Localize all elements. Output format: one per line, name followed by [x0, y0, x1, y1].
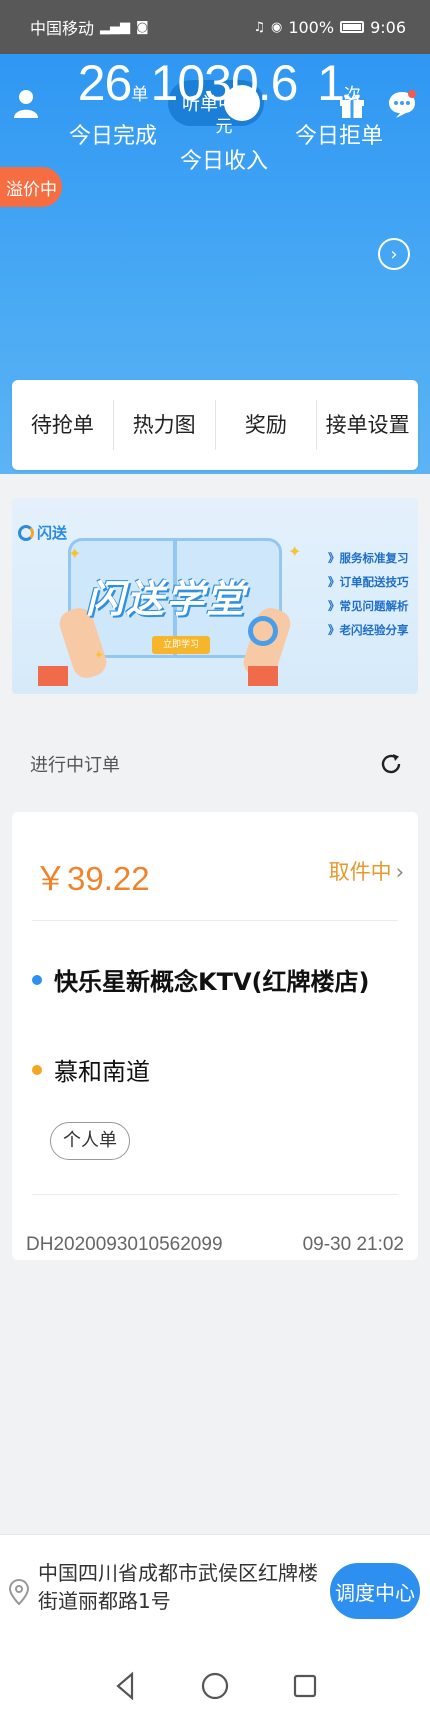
stat-rejected-label: 今日拒单: [294, 124, 383, 149]
system-nav-bar: [0, 1638, 430, 1733]
order-price: ￥39.22: [34, 860, 150, 897]
logo-icon: [18, 524, 34, 541]
home-icon[interactable]: [195, 1666, 235, 1706]
pickup-address: 快乐星新概念KTV(红牌楼店): [32, 962, 369, 997]
sparkle-icon: ✦: [288, 542, 302, 561]
sparkle-icon: ✦: [68, 544, 82, 563]
academy-banner[interactable]: 闪送 闪送学堂 立即学习 ✦ ✦ ✦ 》服务标准复习 》订单配送技巧 》常见问题…: [12, 498, 418, 694]
tab-rewards[interactable]: 奖励: [216, 400, 318, 450]
stat-income[interactable]: 1030.6 元 今日收入: [144, 54, 304, 175]
dispatch-center-button[interactable]: 调度中心: [330, 1563, 420, 1619]
ongoing-orders-title: 进行中订单: [30, 755, 120, 776]
tab-heatmap[interactable]: 热力图: [114, 400, 216, 450]
tab-pending-orders[interactable]: 待抢单: [12, 400, 114, 450]
order-time: 09-30 21:02: [302, 1234, 404, 1255]
back-icon[interactable]: [105, 1666, 145, 1706]
banner-title: 闪送学堂: [86, 577, 247, 621]
banner-topic: 》服务标准复习: [328, 551, 409, 565]
user-icon[interactable]: [8, 86, 44, 122]
divider: [32, 1194, 398, 1195]
message-icon[interactable]: [384, 86, 420, 122]
signal-icon: ▂▄▆: [100, 19, 131, 35]
order-status-label: 取件中: [328, 860, 392, 884]
stat-rejected-unit: 次: [343, 85, 361, 105]
location-status-icon: ◉: [270, 19, 283, 35]
banner-topic-list: 》服务标准复习 》订单配送技巧 》常见问题解析 》老闪经验分享: [328, 546, 409, 642]
order-type-tag: 个人单: [50, 1122, 130, 1160]
chevron-right-icon: ›: [395, 860, 404, 884]
headset-icon: ♫: [253, 19, 265, 35]
carrier-label: 中国移动: [30, 19, 95, 38]
stat-completed-value: 26: [77, 55, 133, 111]
recents-icon[interactable]: [285, 1666, 325, 1706]
status-bar: 中国移动 ▂▄▆ ◙ ♫ ◉ 100% 9:06: [0, 0, 430, 54]
stat-income-unit: 元: [215, 117, 233, 137]
stat-income-value: 1030.6: [150, 55, 299, 111]
dropoff-address: 慕和南道: [32, 1052, 150, 1087]
banner-topic: 》订单配送技巧: [328, 575, 409, 589]
pickup-dot-icon: [32, 974, 42, 985]
ongoing-orders-header: 进行中订单: [0, 740, 430, 788]
stat-income-label: 今日收入: [179, 149, 268, 174]
battery-percent: 100%: [288, 17, 335, 37]
refresh-icon[interactable]: [378, 751, 404, 777]
location-bar: 中国四川省成都市武侯区红牌楼街道丽都路1号 调度中心: [0, 1534, 430, 1638]
banner-learn-button[interactable]: 立即学习: [152, 636, 210, 654]
order-card[interactable]: ￥39.22 取件中 › 快乐星新概念KTV(红牌楼店) 慕和南道 个人单 DH2…: [12, 812, 418, 1260]
dropoff-address-text: 慕和南道: [54, 1058, 150, 1086]
divider: [32, 920, 398, 921]
battery-icon: [340, 21, 365, 33]
dropoff-dot-icon: [32, 1064, 42, 1075]
pickup-address-text: 快乐星新概念KTV(红牌楼店): [54, 968, 370, 996]
order-status[interactable]: 取件中 ›: [329, 856, 404, 886]
tab-order-settings[interactable]: 接单设置: [317, 400, 418, 450]
stat-rejected-value: 1: [317, 55, 345, 111]
clock: 9:06: [370, 17, 406, 37]
sparkle-icon: ✦: [94, 648, 105, 662]
banner-topic: 》常见问题解析: [328, 599, 409, 613]
premium-badge-label: 溢价中: [6, 179, 57, 200]
current-address: 中国四川省成都市武侯区红牌楼街道丽都路1号: [38, 1561, 318, 1613]
premium-badge: 溢价中: [0, 167, 62, 207]
stat-rejected[interactable]: 1次 今日拒单: [294, 54, 384, 150]
chevron-right-icon[interactable]: ›: [378, 238, 410, 270]
location-pin-icon: [8, 1578, 30, 1606]
order-id: DH2020093010562099: [26, 1234, 223, 1255]
notification-icon: ◙: [136, 19, 149, 35]
banner-topic: 》老闪经验分享: [328, 623, 409, 637]
magnifier-icon: [248, 616, 278, 646]
function-tabs: 待抢单 热力图 奖励 接单设置: [12, 380, 418, 470]
